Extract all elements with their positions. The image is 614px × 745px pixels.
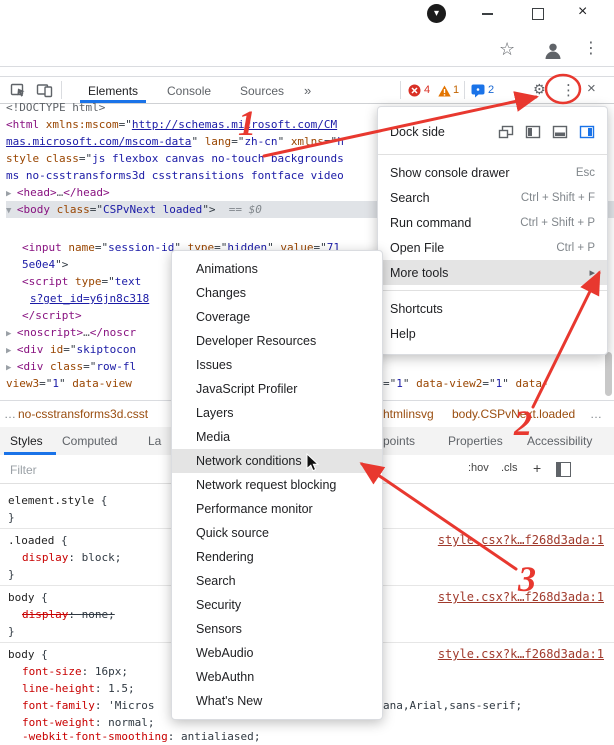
dock-left-icon[interactable] [525, 125, 541, 139]
menu-item[interactable]: Show console drawer Esc [378, 160, 607, 185]
submenu-item[interactable]: Issues [172, 353, 382, 377]
dock-right-icon-selected[interactable] [579, 125, 595, 139]
stylesheet-link[interactable]: style.csx?k…f268d3ada:1 [438, 589, 604, 606]
menu-shortcut-group: Show console drawer Esc Search Ctrl + Sh… [378, 160, 607, 260]
submenu-item[interactable]: Performance monitor [172, 497, 382, 521]
menu-item-label: Open File [390, 241, 444, 255]
stylesheet-link[interactable]: style.csx?k…f268d3ada:1 [438, 646, 604, 663]
submenu-item[interactable]: Network conditions [172, 449, 382, 473]
submenu-item[interactable]: WebAudio [172, 641, 382, 665]
menu-item-label: Search [390, 191, 430, 205]
menu-item[interactable]: Open File Ctrl + P [378, 235, 607, 260]
menu-item-more-tools[interactable]: More tools ▸ [378, 260, 607, 285]
menu-item-dock-side[interactable]: Dock side [378, 115, 607, 149]
screen: ▾ × ☆ ⋮ Elements [0, 0, 614, 733]
menu-separator [378, 154, 607, 155]
submenu-item[interactable]: Coverage [172, 305, 382, 329]
more-tools-submenu: AnimationsChangesCoverageDeveloper Resou… [171, 250, 383, 720]
menu-item[interactable]: Run command Ctrl + Shift + P [378, 210, 607, 235]
devtools-main-menu: Dock side [377, 106, 608, 355]
menu-item-help[interactable]: Help [378, 321, 607, 346]
dock-icons [498, 125, 595, 139]
undock-icon[interactable] [498, 125, 514, 139]
menu-item-label: Run command [390, 216, 471, 230]
menu-item-shortcut: Ctrl + Shift + P [520, 217, 595, 229]
menu-item-shortcuts[interactable]: Shortcuts [378, 296, 607, 321]
submenu-item[interactable]: Search [172, 569, 382, 593]
submenu-item[interactable]: Animations [172, 257, 382, 281]
menu-item-shortcut: Esc [576, 167, 595, 179]
menu-item-label: Dock side [390, 125, 445, 139]
submenu-item[interactable]: Media [172, 425, 382, 449]
submenu-item[interactable]: Changes [172, 281, 382, 305]
menu-item[interactable]: Search Ctrl + Shift + F [378, 185, 607, 210]
submenu-arrow-icon: ▸ [589, 266, 595, 279]
stylesheet-link[interactable]: style.csx?k…f268d3ada:1 [438, 532, 604, 549]
submenu-item[interactable]: Developer Resources [172, 329, 382, 353]
submenu-item[interactable]: Quick source [172, 521, 382, 545]
submenu-item[interactable]: WebAuthn [172, 665, 382, 689]
menu-item-label: Show console drawer [390, 166, 510, 180]
menu-item-shortcut: Ctrl + P [556, 242, 595, 254]
menu-item-label: Shortcuts [390, 302, 443, 316]
menu-separator [378, 290, 607, 291]
menu-item-shortcut: Ctrl + Shift + F [521, 192, 595, 204]
submenu-item[interactable]: Sensors [172, 617, 382, 641]
submenu-item[interactable]: Rendering [172, 545, 382, 569]
submenu-item[interactable]: JavaScript Profiler [172, 377, 382, 401]
submenu-item[interactable]: Security [172, 593, 382, 617]
dock-bottom-icon[interactable] [552, 125, 568, 139]
submenu-item[interactable]: Layers [172, 401, 382, 425]
submenu-item[interactable]: What's New [172, 689, 382, 713]
submenu-item[interactable]: Network request blocking [172, 473, 382, 497]
menu-item-label: More tools [390, 266, 448, 280]
menu-item-label: Help [390, 327, 416, 341]
